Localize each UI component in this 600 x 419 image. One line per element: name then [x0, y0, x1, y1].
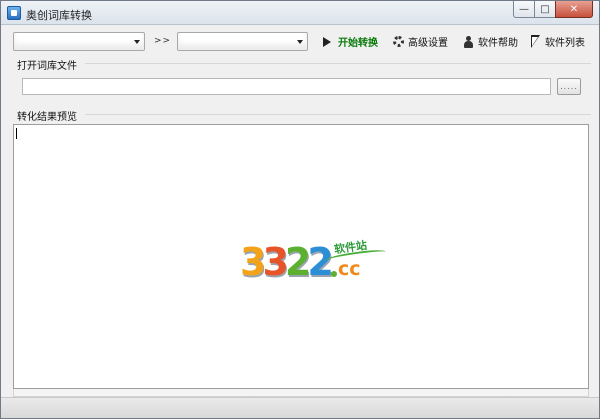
preview-label: 转化结果预览	[17, 112, 77, 123]
window-title: 奥创词库转换	[26, 9, 92, 22]
cursor-icon	[531, 35, 541, 48]
person-icon	[463, 35, 474, 48]
software-help-label: 软件帮助	[478, 38, 518, 49]
chevron-down-icon	[297, 40, 303, 44]
file-path-input[interactable]	[22, 78, 551, 95]
title-bar[interactable]: 奥创词库转换 — □ ✕	[1, 1, 599, 25]
software-list-label: 软件列表	[545, 38, 585, 49]
software-list-button[interactable]: 软件列表	[531, 34, 585, 49]
horizontal-scrollbar[interactable]	[13, 389, 589, 397]
maximize-button[interactable]: □	[534, 1, 556, 18]
advanced-settings-button[interactable]: 高级设置	[393, 34, 448, 49]
start-convert-label: 开始转换	[338, 38, 378, 49]
group-divider	[85, 63, 591, 64]
app-icon	[7, 6, 21, 20]
watermark-logo: 3322 cc 软件站	[239, 234, 387, 294]
chevron-down-icon	[134, 40, 140, 44]
open-file-label: 打开词库文件	[17, 61, 77, 72]
watermark-digits: 3322	[239, 240, 335, 284]
minimize-button[interactable]: —	[513, 1, 535, 18]
status-bar	[1, 397, 599, 418]
advanced-settings-label: 高级设置	[408, 38, 448, 49]
software-help-button[interactable]: 软件帮助	[463, 34, 518, 49]
conversion-arrow: >>	[154, 36, 172, 46]
close-button[interactable]: ✕	[555, 1, 593, 18]
browse-button[interactable]: .....	[557, 78, 581, 95]
app-window: 奥创词库转换 — □ ✕ >> 开始转换 高级设置 软件帮助 软件列表 打开词库…	[0, 0, 600, 419]
text-caret	[16, 128, 17, 139]
watermark-dot	[331, 271, 337, 277]
gear-icon	[393, 36, 404, 47]
start-convert-button[interactable]: 开始转换	[323, 34, 378, 49]
target-format-select[interactable]	[177, 32, 308, 51]
play-icon	[323, 36, 334, 48]
source-format-select[interactable]	[13, 32, 145, 51]
group-divider	[85, 114, 591, 115]
